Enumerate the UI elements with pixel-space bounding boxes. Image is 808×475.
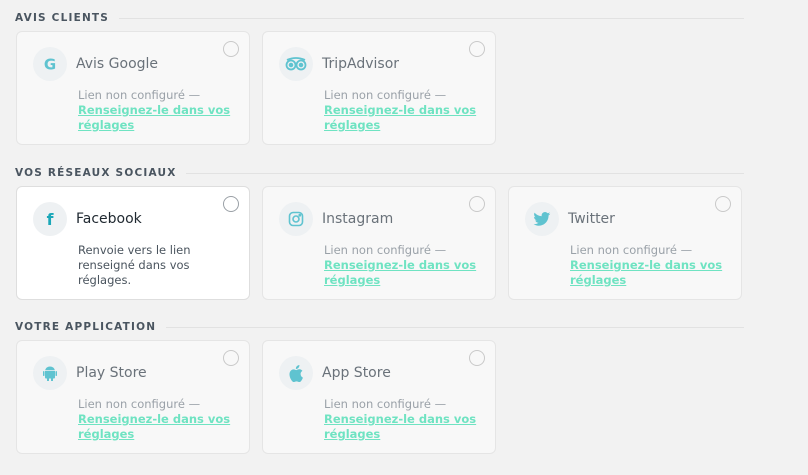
status-text: Lien non configuré — (570, 243, 693, 257)
select-radio[interactable] (469, 350, 485, 366)
card-description: Lien non configuré — Renseignez-le dans … (324, 88, 489, 133)
section-title: VOS RÉSEAUX SOCIAUX (15, 167, 177, 179)
section-divider (166, 326, 744, 328)
select-radio[interactable] (223, 196, 239, 212)
card-title: Play Store (76, 365, 147, 381)
instagram-icon (279, 202, 313, 236)
section-title: VOTRE APPLICATION (15, 321, 157, 333)
card-title: Twitter (568, 211, 615, 227)
facebook-icon: f (33, 202, 67, 236)
status-text: Lien non configuré — (324, 243, 447, 257)
select-radio[interactable] (715, 196, 731, 212)
card-description: Lien non configuré — Renseignez-le dans … (324, 243, 489, 288)
card-facebook[interactable]: f Facebook Renvoie vers le lien renseign… (16, 186, 250, 300)
svg-text:G: G (44, 55, 56, 73)
select-radio[interactable] (223, 41, 239, 57)
card-avis-google[interactable]: G Avis Google Lien non configuré — Rense… (16, 31, 250, 145)
card-title: Facebook (76, 211, 142, 227)
section-divider (119, 17, 744, 19)
apple-icon (279, 356, 313, 390)
section-divider (186, 172, 744, 174)
card-description: Lien non configuré — Renseignez-le dans … (78, 397, 243, 442)
card-title: Avis Google (76, 56, 159, 72)
card-tripadvisor[interactable]: TripAdvisor Lien non configuré — Renseig… (262, 31, 496, 145)
settings-link[interactable]: Renseignez-le dans vos réglages (324, 258, 489, 288)
card-description: Renvoie vers le lien renseigné dans vos … (78, 243, 191, 287)
tripadvisor-icon (279, 47, 313, 81)
google-icon: G (33, 47, 67, 81)
card-title: Instagram (322, 211, 394, 227)
status-text: Lien non configuré — (324, 88, 447, 102)
status-text: Lien non configuré — (78, 397, 201, 411)
settings-link[interactable]: Renseignez-le dans vos réglages (78, 103, 243, 133)
twitter-icon (525, 202, 559, 236)
card-twitter[interactable]: Twitter Lien non configuré — Renseignez-… (508, 186, 742, 300)
card-app-store[interactable]: App Store Lien non configuré — Renseigne… (262, 340, 496, 454)
select-radio[interactable] (469, 41, 485, 57)
card-instagram[interactable]: Instagram Lien non configuré — Renseigne… (262, 186, 496, 300)
card-play-store[interactable]: Play Store Lien non configuré — Renseign… (16, 340, 250, 454)
svg-text:f: f (47, 210, 54, 228)
select-radio[interactable] (469, 196, 485, 212)
settings-link[interactable]: Renseignez-le dans vos réglages (324, 412, 489, 442)
settings-link[interactable]: Renseignez-le dans vos réglages (324, 103, 489, 133)
section-header-votre-application: VOTRE APPLICATION (15, 319, 744, 335)
settings-link[interactable]: Renseignez-le dans vos réglages (570, 258, 735, 288)
android-icon (33, 356, 67, 390)
status-text: Lien non configuré — (324, 397, 447, 411)
section-header-reseaux-sociaux: VOS RÉSEAUX SOCIAUX (15, 165, 744, 181)
card-description: Lien non configuré — Renseignez-le dans … (570, 243, 735, 288)
section-header-avis-clients: AVIS CLIENTS (15, 10, 744, 26)
card-title: App Store (322, 365, 391, 381)
card-description: Lien non configuré — Renseignez-le dans … (324, 397, 489, 442)
card-title: TripAdvisor (322, 56, 400, 72)
card-description: Lien non configuré — Renseignez-le dans … (78, 88, 243, 133)
status-text: Lien non configuré — (78, 88, 201, 102)
section-title: AVIS CLIENTS (15, 12, 110, 24)
settings-link[interactable]: Renseignez-le dans vos réglages (78, 412, 243, 442)
select-radio[interactable] (223, 350, 239, 366)
